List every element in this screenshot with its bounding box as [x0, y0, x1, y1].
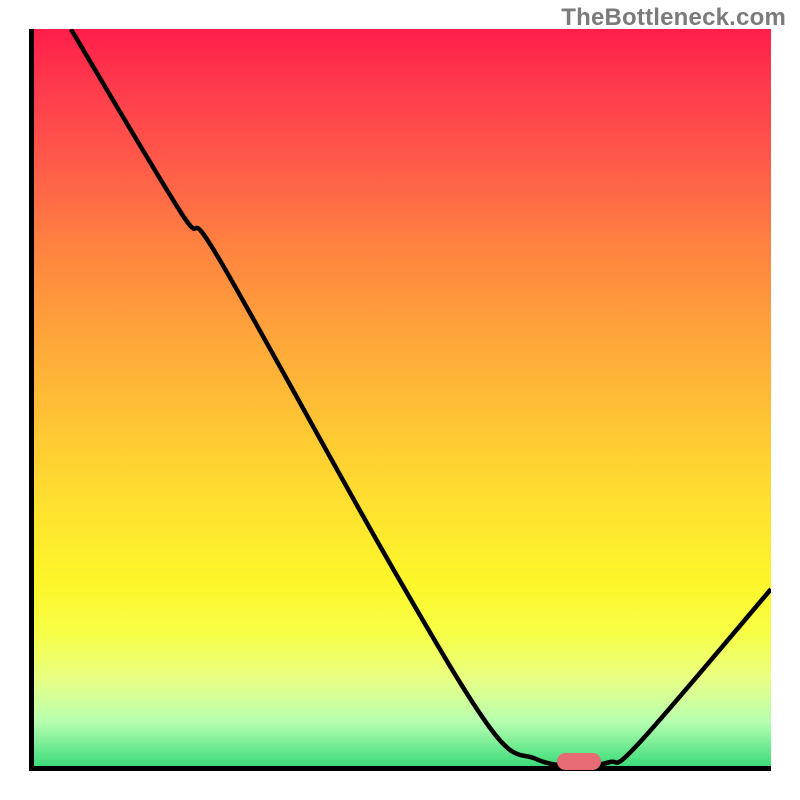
watermark-text: TheBottleneck.com [561, 4, 786, 32]
curve-layer [34, 29, 771, 766]
optimum-marker [557, 753, 601, 770]
chart-container: TheBottleneck.com [0, 0, 800, 800]
plot-area [29, 29, 771, 771]
curve-path [71, 29, 771, 766]
